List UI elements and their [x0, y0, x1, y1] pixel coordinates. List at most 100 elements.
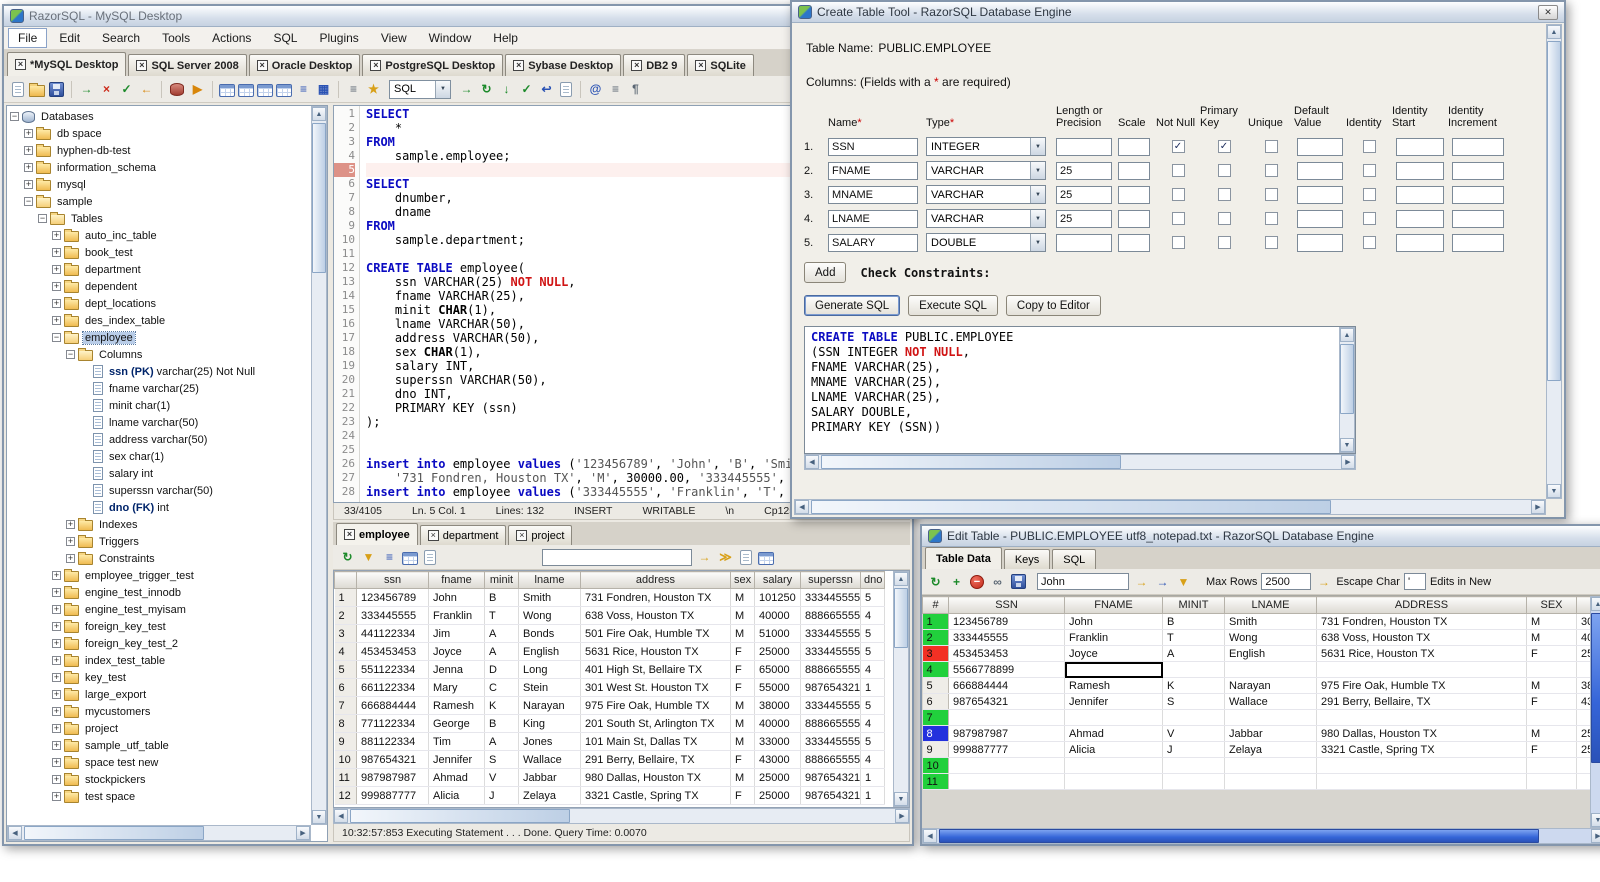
- default-value-input[interactable]: [1297, 161, 1343, 180]
- edit-cell[interactable]: A: [1162, 645, 1225, 662]
- tree-item-columns[interactable]: − Columns: [8, 346, 311, 363]
- find-icon[interactable]: ∞: [989, 573, 1006, 590]
- column-type-dropdown[interactable]: VARCHAR ▼: [926, 185, 1046, 204]
- results-cell[interactable]: 25000: [754, 642, 801, 661]
- filter-column-icon[interactable]: ▼: [1175, 573, 1192, 590]
- edit-cell[interactable]: Narayan: [1224, 677, 1317, 694]
- tree-expander-icon[interactable]: +: [52, 231, 61, 240]
- go-search-icon[interactable]: →: [1315, 573, 1332, 590]
- scroll-track[interactable]: [1591, 611, 1600, 813]
- commit-icon[interactable]: ✓: [118, 81, 135, 98]
- results-cell[interactable]: Jabbar: [518, 768, 581, 787]
- add-grid-icon[interactable]: [758, 551, 774, 565]
- tree-item-employee-trigger-test[interactable]: + employee_trigger_test: [8, 567, 311, 584]
- scroll-right-icon[interactable]: ▶: [1341, 455, 1355, 469]
- row-status-cell[interactable]: 11: [922, 773, 949, 790]
- unique-checkbox[interactable]: [1264, 140, 1278, 153]
- tree-item-triggers[interactable]: + Triggers: [8, 533, 311, 550]
- disconnect-icon[interactable]: ×: [98, 81, 115, 98]
- new-file-icon[interactable]: [12, 81, 24, 97]
- identity-start-input[interactable]: [1396, 233, 1444, 252]
- tree-expander-icon[interactable]: −: [38, 214, 47, 223]
- tree-expander-icon[interactable]: +: [52, 299, 61, 308]
- results-cell[interactable]: 333445555: [800, 624, 861, 643]
- not-null-checkbox[interactable]: ✓: [1171, 140, 1185, 153]
- menu-window[interactable]: Window: [419, 28, 482, 48]
- menu-plugins[interactable]: Plugins: [309, 28, 368, 48]
- edit-cell[interactable]: 291 Berry, Bellaire, TX: [1316, 693, 1527, 710]
- tree-vertical-scrollbar[interactable]: ▲ ▼: [311, 106, 327, 825]
- results-vertical-scrollbar[interactable]: ▲ ▼: [893, 571, 909, 807]
- results-cell[interactable]: 101250: [754, 588, 801, 607]
- results-cell[interactable]: 980 Dallas, Houston TX: [580, 768, 731, 787]
- rerun-query-icon[interactable]: ↻: [339, 549, 356, 566]
- edit-cell[interactable]: Alicia: [1064, 741, 1163, 758]
- results-column-salary[interactable]: salary: [754, 571, 801, 589]
- tree-expander-icon[interactable]: −: [66, 350, 75, 359]
- edit-cell[interactable]: B: [1162, 613, 1225, 630]
- edit-cell[interactable]: [1064, 757, 1163, 774]
- tree-expander-icon[interactable]: +: [24, 163, 33, 172]
- tree-item-mysql[interactable]: + mysql: [8, 176, 311, 193]
- edit-cell[interactable]: 638 Voss, Houston TX: [1316, 629, 1527, 646]
- tree-item-salary-int[interactable]: salary int: [8, 465, 311, 482]
- edit-cell[interactable]: English: [1224, 645, 1317, 662]
- row-status-cell[interactable]: 8: [922, 725, 949, 742]
- edit-column-ssn[interactable]: SSN: [948, 596, 1065, 614]
- scale-input[interactable]: [1118, 137, 1150, 156]
- results-cell[interactable]: 55000: [754, 678, 801, 697]
- edit-cell[interactable]: [1316, 709, 1527, 726]
- column-name-input[interactable]: [828, 185, 918, 204]
- identity-increment-input[interactable]: [1452, 185, 1504, 204]
- chevron-down-icon[interactable]: ▼: [435, 80, 450, 98]
- query-builder-icon[interactable]: ▦: [315, 81, 332, 98]
- primary-key-checkbox[interactable]: [1217, 188, 1231, 201]
- results-cell[interactable]: J: [484, 786, 519, 805]
- scale-input[interactable]: [1118, 185, 1150, 204]
- column-name-input[interactable]: [828, 137, 918, 156]
- menu-sql[interactable]: SQL: [263, 28, 307, 48]
- edit-cell[interactable]: F: [1526, 645, 1577, 662]
- scroll-left-icon[interactable]: ◀: [805, 455, 819, 469]
- scroll-up-icon[interactable]: ▲: [1340, 328, 1354, 342]
- close-tab-icon[interactable]: ×: [136, 60, 148, 71]
- edit-cell[interactable]: John: [1064, 613, 1163, 630]
- results-column-sex[interactable]: sex: [730, 571, 755, 589]
- results-cell[interactable]: 987654321: [800, 678, 861, 697]
- close-tab-icon[interactable]: ×: [427, 530, 439, 541]
- chevron-down-icon[interactable]: ▼: [1030, 138, 1045, 155]
- results-cell[interactable]: 4: [860, 750, 885, 769]
- close-tab-icon[interactable]: ×: [15, 59, 26, 70]
- view-contents-icon[interactable]: [276, 83, 292, 97]
- results-cell[interactable]: 453453453: [356, 642, 429, 661]
- identity-start-input[interactable]: [1396, 209, 1444, 228]
- results-cell[interactable]: 4: [860, 714, 885, 733]
- scroll-right-icon[interactable]: ▶: [1531, 500, 1545, 514]
- results-cell[interactable]: 987987987: [356, 768, 429, 787]
- tree-item-book-test[interactable]: + book_test: [8, 244, 311, 261]
- edit-cell[interactable]: [1526, 709, 1577, 726]
- identity-checkbox[interactable]: [1362, 188, 1376, 201]
- sql-mode-combo[interactable]: SQL ▼: [389, 79, 451, 99]
- tree-expander-icon[interactable]: +: [52, 724, 61, 733]
- results-cell[interactable]: 3321 Castle, Spring TX: [580, 786, 731, 805]
- edit-column-row-number[interactable]: #: [922, 596, 949, 614]
- connection-tab-sql-server-2008[interactable]: × SQL Server 2008: [128, 54, 247, 76]
- identity-increment-input[interactable]: [1452, 137, 1504, 156]
- tree-expander-icon[interactable]: +: [24, 129, 33, 138]
- results-cell[interactable]: Zelaya: [518, 786, 581, 805]
- results-column-fname[interactable]: fname: [428, 571, 485, 589]
- tree-item-sex-char-1[interactable]: sex char(1): [8, 448, 311, 465]
- scroll-track[interactable]: [22, 826, 296, 840]
- database-tools-icon[interactable]: [170, 82, 184, 96]
- unique-checkbox[interactable]: [1264, 236, 1278, 249]
- tree-expander-icon[interactable]: +: [52, 605, 61, 614]
- results-cell[interactable]: Jim: [428, 624, 485, 643]
- results-cell[interactable]: S: [484, 750, 519, 769]
- unique-checkbox[interactable]: [1264, 164, 1278, 177]
- primary-key-checkbox[interactable]: [1217, 164, 1231, 177]
- copy-to-editor-button[interactable]: Copy to Editor: [1005, 295, 1101, 316]
- save-edits-icon[interactable]: [1011, 574, 1026, 589]
- close-tab-icon[interactable]: ×: [344, 529, 355, 540]
- results-cell[interactable]: Ramesh: [428, 696, 485, 715]
